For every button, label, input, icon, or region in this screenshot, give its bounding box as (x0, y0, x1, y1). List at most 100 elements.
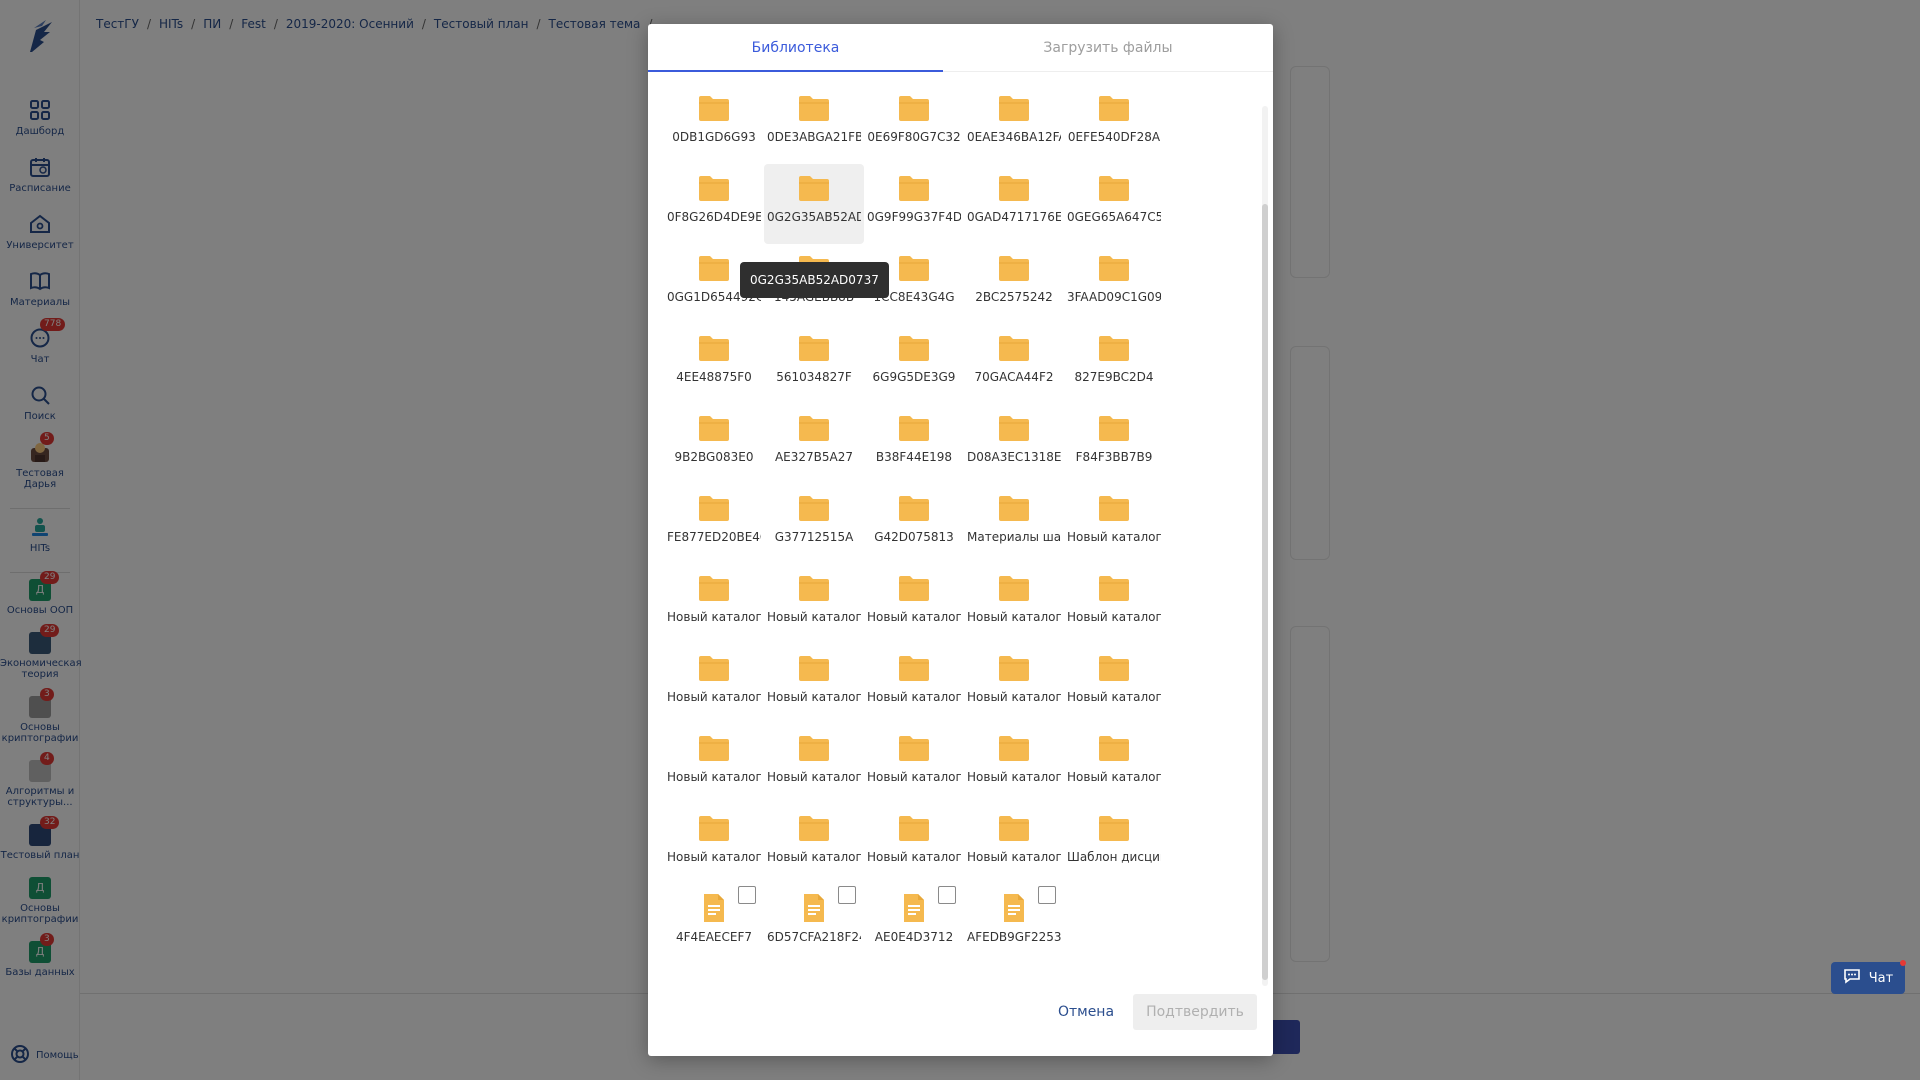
folder-item[interactable]: 0EAE346BA12FA (964, 84, 1064, 164)
folder-item[interactable]: B38F44E198 (864, 404, 964, 484)
folder-name: Новый каталог (867, 850, 961, 864)
folder-item[interactable]: 827E9BC2D4 (1064, 324, 1164, 404)
folder-item[interactable]: Новый каталог (864, 644, 964, 724)
folder-name: 3FAAD09C1G09 (1067, 290, 1161, 304)
folder-item[interactable]: G42D075813 (864, 484, 964, 564)
folder-item[interactable]: Новый каталог (964, 804, 1064, 884)
folder-icon (898, 574, 930, 602)
folder-icon (998, 654, 1030, 682)
folder-item[interactable]: F84F3BB7B9 (1064, 404, 1164, 484)
folder-name: D08A3EC1318E (967, 450, 1061, 464)
folder-icon (698, 94, 730, 122)
tab-library[interactable]: Библиотека (648, 24, 943, 72)
folder-item[interactable]: Новый каталог (764, 804, 864, 884)
folder-item[interactable]: 0DE3ABGA21FB (764, 84, 864, 164)
document-icon (1002, 892, 1026, 924)
folder-item[interactable]: Новый каталог (664, 644, 764, 724)
folder-item[interactable]: AE327B5A27 (764, 404, 864, 484)
folder-name: Новый каталог (667, 610, 761, 624)
folder-icon (698, 174, 730, 202)
folder-item[interactable]: Новый каталог (664, 804, 764, 884)
chat-button[interactable]: Чат (1831, 962, 1905, 994)
file-item[interactable]: AE0E4D3712 (864, 884, 964, 964)
folder-item[interactable]: Новый каталог (1064, 484, 1164, 564)
folder-icon (998, 254, 1030, 282)
folder-item[interactable]: 0E69F80G7C32 (864, 84, 964, 164)
folder-icon (798, 414, 830, 442)
folder-icon (1098, 654, 1130, 682)
folder-item[interactable]: Новый каталог (964, 724, 1064, 804)
folder-icon (998, 814, 1030, 842)
folder-item[interactable]: 6G9G5DE3G9 (864, 324, 964, 404)
folder-icon (1098, 494, 1130, 522)
folder-item[interactable]: Новый каталог (864, 564, 964, 644)
folder-item[interactable]: 0G2G35AB52AD0737 (764, 164, 864, 244)
folder-item[interactable]: Новый каталог (1064, 564, 1164, 644)
folder-item[interactable]: Новый каталог (864, 804, 964, 884)
file-picker-modal: Библиотека Загрузить файлы 0DB1GD6G93 0DE… (648, 24, 1273, 1056)
folder-name: F84F3BB7B9 (1075, 450, 1153, 464)
folder-icon (898, 414, 930, 442)
cancel-button[interactable]: Отмена (1026, 994, 1146, 1030)
folder-name: Новый каталог (667, 690, 761, 704)
file-item[interactable]: 4F4EAECEF7 (664, 884, 764, 964)
folder-item[interactable]: G37712515A (764, 484, 864, 564)
folder-item[interactable]: 70GACA44F2 (964, 324, 1064, 404)
file-item[interactable]: 6D57CFA218F24 (764, 884, 864, 964)
folder-item[interactable]: Новый каталог (964, 644, 1064, 724)
folder-item[interactable]: Новый каталог (764, 724, 864, 804)
folder-item[interactable]: Новый каталог (664, 724, 764, 804)
folder-item[interactable]: Новый каталог (764, 644, 864, 724)
folder-item[interactable]: 2BC2575242 (964, 244, 1064, 324)
folder-item[interactable]: Новый каталог (1064, 644, 1164, 724)
folder-item[interactable]: 4EE48875F0 (664, 324, 764, 404)
folder-name: 0F8G26D4DE9E (667, 210, 761, 224)
folder-item[interactable]: Материалы шаблона (964, 484, 1064, 564)
folder-item[interactable]: 0EFE540DF28A (1064, 84, 1164, 164)
folder-icon (798, 814, 830, 842)
folder-name: 0DB1GD6G93 (672, 130, 756, 144)
folder-item[interactable]: Новый каталог (964, 564, 1064, 644)
chat-bubble-icon (1843, 967, 1861, 989)
folder-name: 0GAD4717176E4 (967, 210, 1061, 224)
folder-name: 0G2G35AB52AD0737 (767, 210, 861, 224)
file-select-checkbox[interactable] (938, 886, 956, 904)
folder-item[interactable]: Новый каталог (864, 724, 964, 804)
file-select-checkbox[interactable] (1038, 886, 1056, 904)
folder-name: Шаблон дисциплины (1067, 850, 1161, 864)
folder-item[interactable]: Новый каталог (664, 564, 764, 644)
file-select-checkbox[interactable] (738, 886, 756, 904)
folder-item[interactable]: FE877ED20BE4C (664, 484, 764, 564)
folder-icon (898, 734, 930, 762)
folder-icon (698, 734, 730, 762)
folder-icon (698, 254, 730, 282)
file-select-checkbox[interactable] (838, 886, 856, 904)
folder-icon (798, 94, 830, 122)
folder-item[interactable]: 0G9F99G37F4D (864, 164, 964, 244)
folder-icon (898, 494, 930, 522)
folder-icon (898, 174, 930, 202)
folder-icon (1098, 334, 1130, 362)
folder-item[interactable]: 0F8G26D4DE9E (664, 164, 764, 244)
folder-item[interactable]: 0GAD4717176E4 (964, 164, 1064, 244)
folder-item[interactable]: Новый каталог (1064, 724, 1164, 804)
folder-icon (1098, 574, 1130, 602)
folder-name: 4EE48875F0 (676, 370, 752, 384)
confirm-button[interactable]: Подтвердить (1133, 994, 1257, 1030)
file-item[interactable]: AFEDB9GF2253 (964, 884, 1064, 964)
folder-item[interactable]: 0DB1GD6G93 (664, 84, 764, 164)
folder-item[interactable]: 561034827F (764, 324, 864, 404)
folder-item[interactable]: Новый каталог (764, 564, 864, 644)
file-name: 6D57CFA218F24 (767, 930, 861, 944)
folder-item[interactable]: D08A3EC1318E (964, 404, 1064, 484)
tab-upload-files[interactable]: Загрузить файлы (943, 24, 1273, 72)
folder-icon (898, 814, 930, 842)
scrollbar-thumb[interactable] (1262, 204, 1268, 980)
folder-item[interactable]: 0GEG65A647C5 (1064, 164, 1164, 244)
folder-item[interactable]: 9B2BG083E0 (664, 404, 764, 484)
folder-item[interactable]: 3FAAD09C1G09 (1064, 244, 1164, 324)
folder-icon (898, 254, 930, 282)
folder-icon (698, 494, 730, 522)
folder-item[interactable]: Шаблон дисциплины (1064, 804, 1164, 884)
folder-icon (798, 734, 830, 762)
